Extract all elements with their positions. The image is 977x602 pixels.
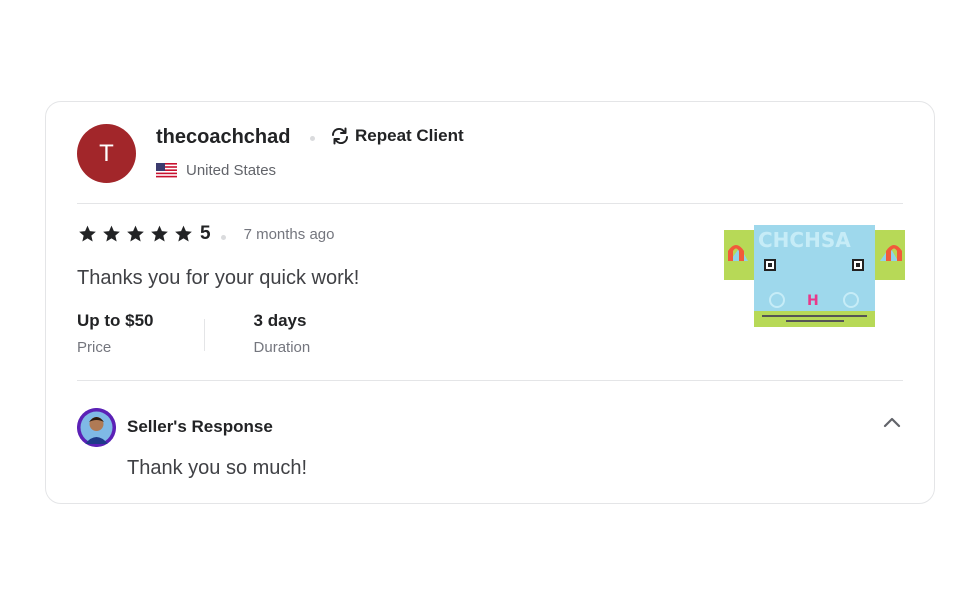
divider xyxy=(77,203,903,204)
divider xyxy=(77,380,903,381)
rating-row: 5 7 months ago xyxy=(77,223,334,245)
rating-value: 5 xyxy=(200,223,211,244)
seller-avatar xyxy=(77,408,116,447)
star-icon xyxy=(127,225,144,242)
chevron-up-icon[interactable] xyxy=(881,411,903,433)
repeat-client-label: Repeat Client xyxy=(355,126,464,145)
seller-response-text: Thank you so much! xyxy=(127,457,308,479)
star-icon xyxy=(151,225,168,242)
meta-divider xyxy=(203,319,205,351)
star-rating xyxy=(77,224,194,244)
duration-block: 3 days Duration xyxy=(254,311,311,356)
repeat-icon xyxy=(331,127,349,145)
reviewer-username[interactable]: thecoachchad xyxy=(156,126,290,149)
reviewer-avatar[interactable]: T xyxy=(77,124,136,183)
delivery-thumbnail[interactable]: CHCHSA H xyxy=(724,221,905,332)
review-time-ago: 7 months ago xyxy=(243,225,335,243)
price-value: Up to $50 xyxy=(77,311,154,330)
duration-value: 3 days xyxy=(253,311,307,330)
separator-dot xyxy=(221,235,226,240)
review-text: Thanks you for your quick work! xyxy=(77,267,360,289)
price-block: Up to $50 Price xyxy=(77,311,154,356)
separator-dot xyxy=(310,136,315,141)
seller-response-title: Seller's Response xyxy=(127,417,273,436)
svg-text:CHCHSA: CHCHSA xyxy=(758,228,851,252)
price-label: Price xyxy=(77,339,112,356)
country-label: United States xyxy=(186,162,277,179)
seller-response: Seller's Response Thank you so much! xyxy=(77,407,903,487)
star-icon xyxy=(103,225,120,242)
us-flag-icon xyxy=(156,163,177,178)
review-card: T thecoachchad Repeat Client United Stat… xyxy=(45,101,935,504)
order-meta: Up to $50 Price 3 days Duration xyxy=(77,311,310,356)
star-icon xyxy=(175,225,192,242)
reviewer-country: United States xyxy=(156,162,276,179)
star-icon xyxy=(79,225,96,242)
svg-text:H: H xyxy=(807,293,819,309)
reviewer-header: T thecoachchad Repeat Client United Stat… xyxy=(77,124,903,204)
repeat-client-badge: Repeat Client xyxy=(330,126,464,146)
duration-label: Duration xyxy=(253,339,311,356)
delivery-image: CHCHSA H xyxy=(724,225,905,327)
avatar-letter: T xyxy=(99,139,114,167)
